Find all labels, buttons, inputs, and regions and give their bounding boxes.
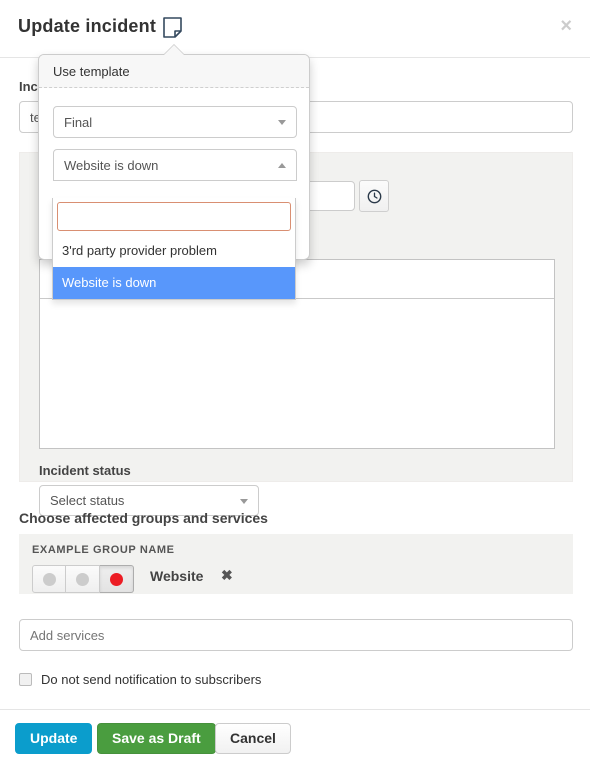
remove-service-icon[interactable]: ✖: [221, 567, 233, 584]
close-icon[interactable]: ×: [554, 12, 578, 40]
page-title: Update incident: [18, 16, 157, 36]
template-option-1[interactable]: Website is down: [53, 267, 295, 299]
template-select-dropdown: 3'rd party provider problem Website is d…: [52, 198, 296, 300]
incident-status-label: Incident status: [39, 463, 131, 478]
status-option-2-button[interactable]: [66, 565, 100, 593]
affected-groups-heading: Choose affected groups and services: [19, 510, 268, 526]
popover-arrow-inner: [164, 45, 184, 55]
popover-body: Final Website is down: [39, 88, 309, 195]
chevron-up-icon: [278, 163, 286, 168]
group-name-label: EXAMPLE GROUP NAME: [32, 544, 175, 556]
status-dot-grey-1: [42, 572, 56, 586]
do-not-notify-label: Do not send notification to subscribers: [41, 672, 262, 687]
do-not-notify-checkbox[interactable]: [19, 673, 32, 686]
template-name-select[interactable]: Website is down: [53, 149, 297, 181]
editor-text-area[interactable]: [40, 299, 554, 448]
template-search-wrap: [53, 198, 295, 235]
update-incident-modal: Update incident × Incident title: [0, 0, 590, 764]
modal-footer: Update Save as Draft Cancel: [0, 709, 590, 764]
status-option-1-button[interactable]: [32, 565, 66, 593]
note-template-icon[interactable]: [163, 17, 182, 38]
template-search-input[interactable]: [57, 202, 291, 231]
update-button[interactable]: Update: [15, 723, 93, 754]
popover-title: Use template: [39, 55, 309, 88]
incident-status-selected-value: Select status: [50, 493, 125, 508]
modal-header: Update incident ×: [0, 0, 590, 58]
notification-checkbox-row: Do not send notification to subscribers: [19, 672, 261, 687]
affected-group-card: EXAMPLE GROUP NAME Website ✖: [19, 534, 573, 594]
template-type-selected-value: Final: [64, 114, 93, 130]
save-as-draft-button[interactable]: Save as Draft: [97, 723, 216, 754]
status-dot-grey-2: [76, 572, 89, 586]
chevron-down-icon: [278, 120, 286, 125]
status-dot-red: [110, 572, 123, 586]
template-name-selected-value: Website is down: [64, 157, 159, 173]
cancel-button[interactable]: Cancel: [215, 723, 291, 754]
service-status-button-group: [32, 565, 134, 593]
add-services-input[interactable]: [19, 619, 573, 651]
template-option-0[interactable]: 3'rd party provider problem: [53, 235, 295, 267]
status-option-3-button[interactable]: [100, 565, 134, 593]
clock-icon[interactable]: [359, 180, 389, 212]
template-type-select[interactable]: Final: [53, 106, 297, 138]
service-name-label: Website: [150, 568, 204, 584]
chevron-down-icon: [240, 498, 248, 504]
